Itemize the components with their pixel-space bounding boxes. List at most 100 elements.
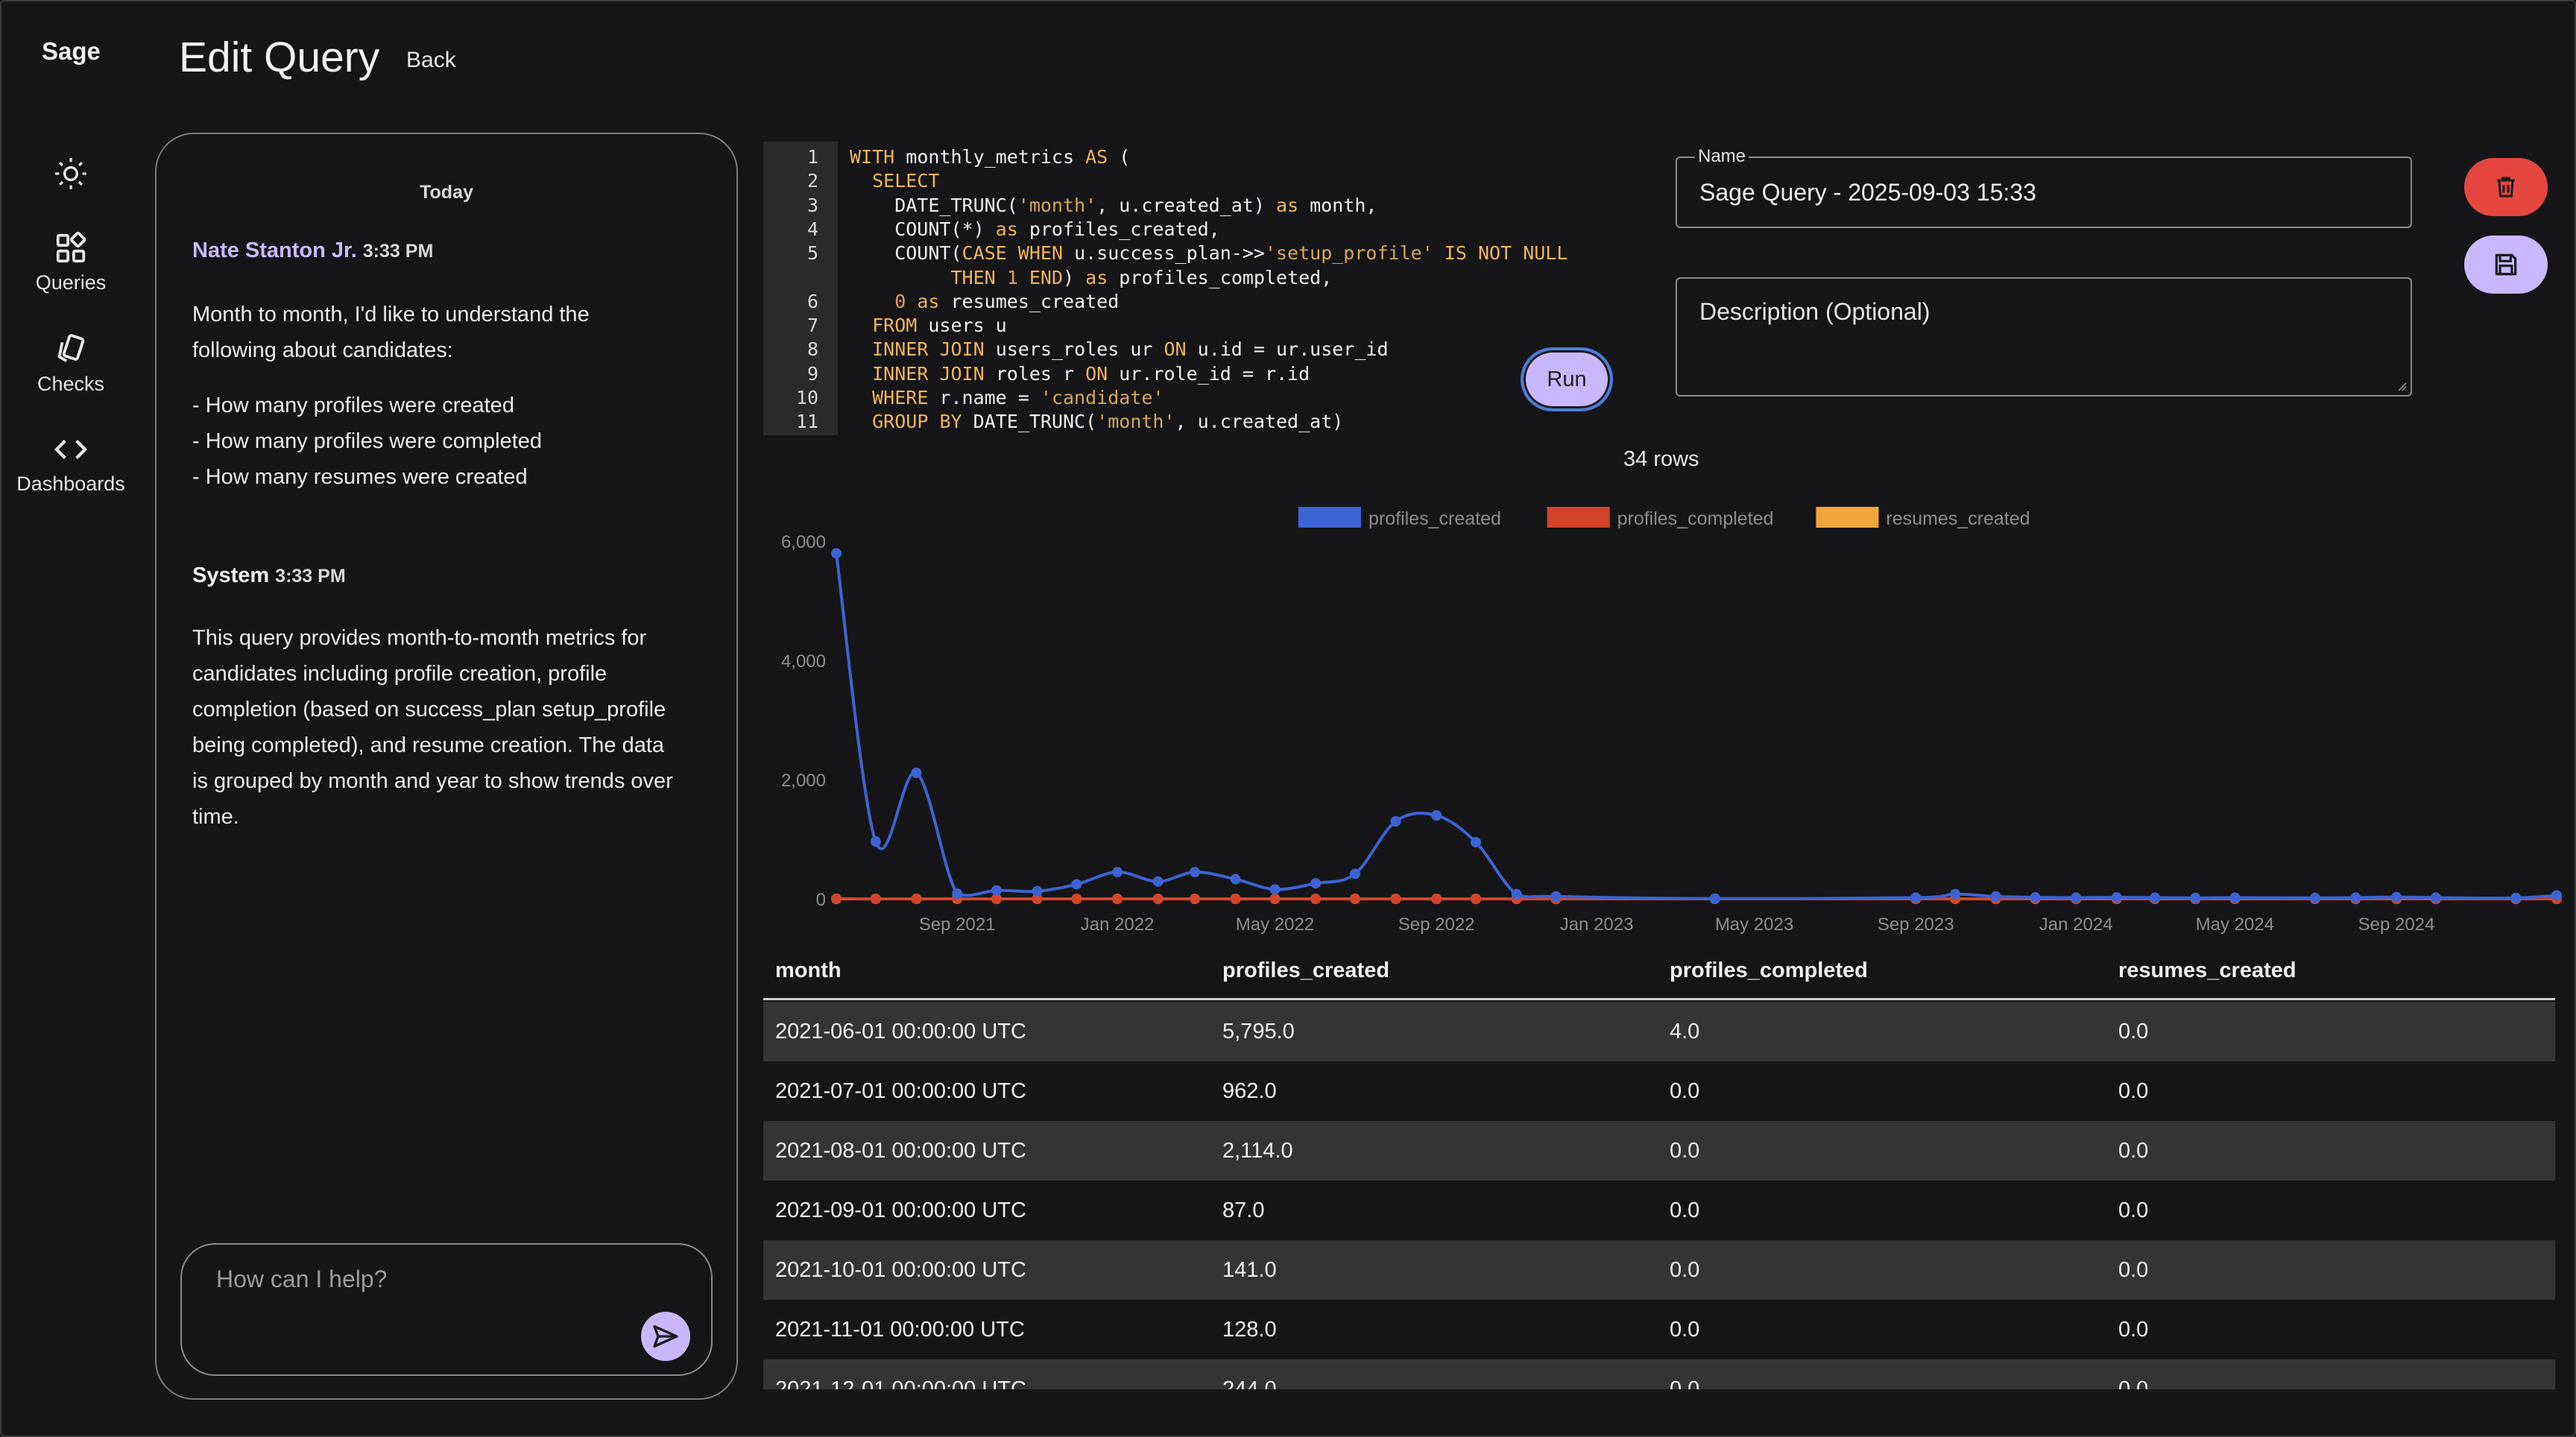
message-bullets: - How many profiles were created - How m… [192, 388, 714, 495]
data-point-profiles_completed [1310, 894, 1322, 904]
sql-editor[interactable]: 1 WITH monthly_metrics AS (2 SELECT 3 DATE… [763, 142, 1568, 435]
data-point-profiles_created [1310, 878, 1322, 889]
message-line: Month to month, I'd like to understand t… [192, 303, 590, 326]
table-cell: 0.0 [2118, 1258, 2149, 1282]
code-text: INNER JOIN roles r ON ur.role_id = r.id [872, 362, 1310, 385]
chat-input-placeholder: How can I help? [216, 1266, 388, 1292]
row-count: 34 rows [1623, 447, 1699, 471]
table-cell: 2021-07-01 00:00:00 UTC [775, 1079, 1026, 1103]
data-point-profiles_created [1152, 876, 1164, 887]
table-header: month profiles_created profiles_completed r… [763, 941, 2555, 1000]
table-cell: 0.0 [1670, 1198, 1700, 1222]
legend-swatch [1816, 507, 1879, 528]
nav-checks-label: Checks [37, 373, 105, 395]
data-point-profiles_created [1990, 891, 2001, 902]
message-bullet: - How many profiles were completed [192, 429, 543, 453]
code-text: FROM users u [872, 315, 1007, 337]
data-point-profiles_completed [1349, 894, 1360, 904]
data-point-profiles_completed [1189, 894, 1200, 904]
run-button[interactable]: Run [1521, 347, 1613, 411]
x-tick-label: May 2022 [1236, 915, 1314, 935]
nav-checks[interactable]: Checks [0, 332, 142, 396]
table-row: 2021-09-01 00:00:00 UTC 87.0 0.0 0.0 [763, 1181, 2555, 1240]
line-number: 3 [806, 194, 818, 216]
code-text: SELECT [872, 170, 940, 192]
y-tick-label: 6,000 [781, 532, 826, 552]
column-header[interactable]: profiles_created [1222, 958, 1389, 983]
chat-input[interactable]: How can I help? [180, 1243, 713, 1376]
line-number: 8 [806, 338, 818, 361]
data-point-profiles_created [1471, 837, 1482, 847]
column-header[interactable]: month [775, 958, 842, 983]
data-point-profiles_created [1910, 892, 1922, 903]
message-time: 3:33 PM [362, 241, 434, 262]
code-icon [54, 440, 88, 459]
table-cell: 5,795.0 [1222, 1020, 1295, 1043]
table-cell: 0.0 [2118, 1318, 2149, 1342]
line-number: 9 [806, 362, 818, 385]
results-table: month profiles_created profiles_completed r… [763, 941, 2555, 1389]
data-point-profiles_created [2111, 892, 2122, 903]
send-button[interactable] [641, 1312, 690, 1361]
code-text: DATE_TRUNC('month', u.created_at) as mon… [850, 194, 1377, 216]
table-cell: 244.0 [1222, 1377, 1277, 1389]
data-point-profiles_created [1390, 816, 1401, 827]
table-cell: 87.0 [1222, 1198, 1265, 1222]
x-tick-label: Sep 2024 [2358, 915, 2435, 935]
message-text: Month to month, I'd like to understand t… [192, 297, 714, 368]
nav-queries-label: Queries [35, 271, 107, 294]
data-point-profiles_created [1269, 884, 1281, 895]
line-number: 11 [795, 411, 818, 433]
message-author: Nate Stanton Jr. 3:33 PM [192, 239, 433, 263]
chat-day-label: Today [420, 182, 473, 203]
data-point-profiles_completed [1112, 894, 1123, 904]
code-text: WITH monthly_metrics AS ( [850, 146, 1131, 168]
table-cell: 0.0 [1670, 1377, 1700, 1389]
message-author-name: System [192, 563, 270, 587]
data-point-profiles_created [2309, 892, 2320, 903]
data-point-profiles_created [2551, 890, 2562, 901]
nav-dashboards[interactable]: Dashboards [0, 432, 142, 496]
column-header[interactable]: resumes_created [2118, 958, 2296, 983]
code-text: INNER JOIN users_roles ur ON u.id = ur.u… [872, 338, 1389, 361]
message-text: This query provides month-to-month metri… [192, 620, 714, 835]
series-line-profiles_created [835, 553, 2557, 900]
theme-toggle[interactable] [0, 155, 142, 192]
cards-icon [57, 334, 85, 362]
save-button[interactable] [2464, 236, 2548, 294]
app-brand: Sage [42, 37, 101, 65]
nav-queries[interactable]: Queries [0, 231, 142, 294]
message-time: 3:33 PM [275, 566, 346, 587]
back-link[interactable]: Back [406, 48, 456, 73]
table-cell: 2021-06-01 00:00:00 UTC [775, 1020, 1026, 1043]
data-point-profiles_created [991, 885, 1002, 896]
data-point-profiles_completed [911, 894, 922, 904]
x-tick-label: Sep 2023 [1878, 915, 1954, 935]
table-cell: 0.0 [2118, 1079, 2149, 1103]
line-chart: 0 2,000 4,000 6,000 Sep 2021 Jan 2022 May 2022… [781, 507, 2562, 935]
message-line: being completed), and resume creation. T… [192, 733, 665, 757]
x-tick-label: May 2024 [2196, 915, 2274, 935]
description-placeholder: Description (Optional) [1699, 298, 1931, 325]
data-point-profiles_completed [1152, 894, 1164, 904]
trash-icon [2497, 177, 2515, 198]
column-header[interactable]: profiles_completed [1670, 958, 1868, 983]
data-point-profiles_created [870, 836, 881, 847]
data-point-profiles_created [1709, 893, 1720, 904]
sun-icon [55, 158, 86, 189]
delete-button[interactable] [2464, 158, 2548, 216]
data-point-profiles_created [831, 548, 842, 559]
y-tick-label: 0 [816, 890, 826, 910]
table-cell: 0.0 [1670, 1258, 1700, 1282]
y-tick-label: 2,000 [781, 771, 826, 791]
table-cell: 2,114.0 [1222, 1139, 1293, 1163]
name-field-label: Name [1695, 146, 1749, 167]
data-point-profiles_completed [870, 894, 881, 904]
table-cell: 0.0 [2118, 1198, 2149, 1222]
legend-label: profiles_created [1368, 508, 1501, 529]
floppy-disk-icon [2495, 253, 2517, 276]
data-point-profiles_created [952, 888, 963, 900]
name-field[interactable]: Name Sage Query - 2025-09-03 15:33 [1676, 146, 2412, 228]
code-text: WHERE r.name = 'candidate' [872, 387, 1164, 408]
description-field[interactable]: Description (Optional) [1676, 277, 2412, 397]
